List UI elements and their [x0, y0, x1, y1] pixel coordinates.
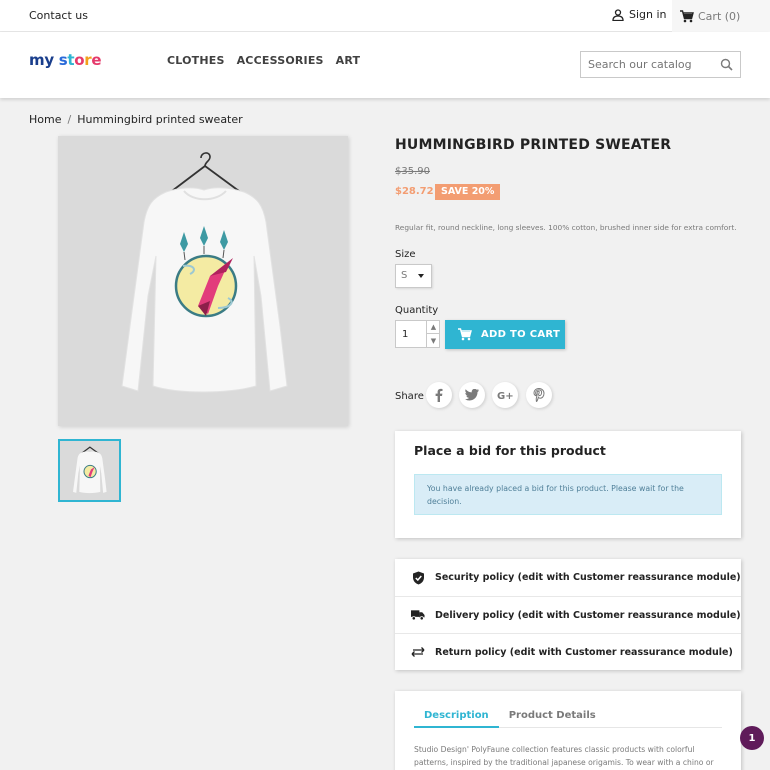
search-input[interactable] — [581, 52, 711, 77]
store-logo[interactable]: my store — [29, 51, 102, 69]
nav-item-art[interactable]: ART — [336, 54, 361, 67]
quantity-label: Quantity — [395, 305, 439, 316]
notification-badge[interactable]: 1 — [740, 726, 764, 750]
main-nav: CLOTHES ACCESSORIES ART — [167, 54, 360, 67]
search-box — [580, 51, 741, 78]
twitter-share-button[interactable] — [459, 382, 485, 408]
regular-price: $35.90 — [395, 166, 430, 177]
pinterest-share-button[interactable] — [526, 382, 552, 408]
reassurance-label: Delivery policy (edit with Customer reas… — [435, 609, 741, 621]
bid-info-alert: You have already placed a bid for this p… — [414, 474, 722, 515]
cart-label: Cart (0) — [698, 9, 741, 23]
cart-button[interactable]: Cart (0) — [672, 0, 770, 32]
search-icon[interactable] — [720, 58, 733, 71]
nav-item-clothes[interactable]: CLOTHES — [167, 54, 225, 67]
size-select-value: S — [401, 270, 408, 281]
breadcrumb: Home / Hummingbird printed sweater — [29, 113, 243, 126]
quantity-input[interactable]: 1 — [402, 329, 408, 340]
reassurance-label: Security policy (edit with Customer reas… — [435, 572, 741, 583]
discount-badge: SAVE 20% — [435, 184, 501, 200]
cart-icon — [680, 9, 694, 22]
reassurance-item-security: Security policy (edit with Customer reas… — [395, 559, 741, 596]
facebook-icon — [435, 388, 443, 402]
facebook-share-button[interactable] — [426, 382, 452, 408]
reassurance-label: Return policy (edit with Customer reassu… — [435, 646, 733, 658]
pinterest-icon — [533, 388, 545, 402]
product-thumbnail[interactable] — [58, 439, 121, 502]
nav-item-accessories[interactable]: ACCESSORIES — [237, 54, 324, 67]
contact-us-link[interactable]: Contact us — [29, 9, 88, 22]
product-tabs: Description Product Details — [414, 707, 722, 728]
tab-product-details[interactable]: Product Details — [499, 707, 606, 728]
swap-arrows-icon — [411, 645, 425, 659]
sweater-illustration — [58, 136, 348, 426]
current-price: $28.72 — [395, 186, 434, 197]
sign-in-link[interactable]: Sign in — [612, 8, 667, 21]
product-short-description: Regular fit, round neckline, long sleeve… — [395, 223, 737, 232]
sweater-thumbnail-illustration — [60, 441, 119, 500]
add-to-cart-button[interactable]: ADD TO CART — [445, 320, 565, 349]
sign-in-label: Sign in — [629, 8, 667, 21]
cart-icon — [458, 328, 472, 341]
product-title: HUMMINGBIRD PRINTED SWEATER — [395, 137, 672, 153]
size-label: Size — [395, 249, 416, 260]
add-to-cart-label: ADD TO CART — [481, 329, 561, 340]
size-select[interactable]: S — [395, 264, 432, 288]
shield-check-icon — [411, 571, 425, 585]
reassurance-item-delivery: Delivery policy (edit with Customer reas… — [395, 596, 741, 633]
truck-icon — [411, 608, 425, 622]
product-description-text: Studio Design' PolyFaune collection feat… — [414, 745, 714, 767]
chevron-down-icon[interactable]: ▼ — [426, 334, 440, 347]
reassurance-panel: Security policy (edit with Customer reas… — [395, 559, 741, 670]
svg-text:G+: G+ — [497, 391, 513, 401]
quantity-stepper: 1 ▲ ▼ — [395, 320, 440, 348]
google-plus-icon: G+ — [497, 391, 513, 401]
google-plus-share-button[interactable]: G+ — [492, 382, 518, 408]
breadcrumb-current[interactable]: Hummingbird printed sweater — [77, 113, 242, 126]
site-header: my store CLOTHES ACCESSORIES ART — [0, 32, 770, 98]
share-label: Share — [395, 391, 424, 402]
bid-panel-title: Place a bid for this product — [414, 443, 606, 458]
breadcrumb-separator: / — [67, 113, 72, 126]
product-main-image[interactable] — [58, 136, 348, 426]
product-tabs-panel: Description Product Details Studio Desig… — [395, 691, 741, 770]
reassurance-item-return: Return policy (edit with Customer reassu… — [395, 633, 741, 670]
caret-down-icon — [418, 274, 424, 278]
bid-panel: Place a bid for this product You have al… — [395, 431, 741, 538]
twitter-icon — [465, 389, 479, 401]
breadcrumb-home[interactable]: Home — [29, 113, 61, 126]
top-bar: Contact us Sign in Cart (0) — [0, 0, 770, 32]
chevron-up-icon[interactable]: ▲ — [426, 321, 440, 334]
user-icon — [612, 8, 624, 21]
tab-description[interactable]: Description — [414, 707, 499, 728]
